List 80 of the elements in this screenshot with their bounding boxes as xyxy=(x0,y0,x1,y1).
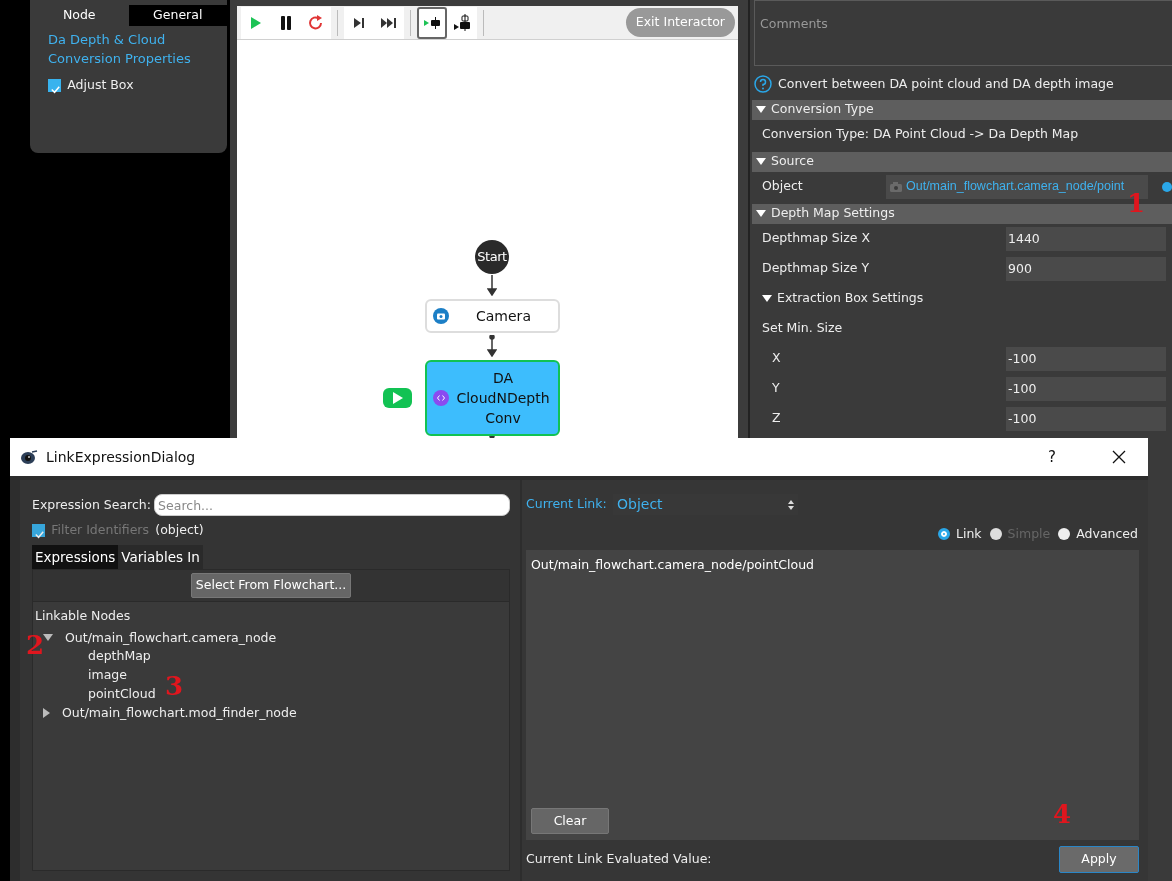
flowchart-node[interactable]: DA CloudNDepth Conv xyxy=(425,360,560,436)
tab[interactable]: General xyxy=(128,5,227,26)
help-icon xyxy=(754,75,772,94)
input-field[interactable]: -100 xyxy=(1006,406,1166,431)
current-link-label: Current Link: xyxy=(526,495,607,514)
field-value: Out/main_flowchart.camera_node/point xyxy=(906,178,1125,196)
help-button[interactable]: ? xyxy=(1042,444,1062,470)
select-from-flowchart-button[interactable]: Select From Flowchart... xyxy=(190,573,352,598)
apply-button[interactable]: Apply xyxy=(1059,846,1139,873)
section-header[interactable]: Source xyxy=(752,151,1172,172)
connector-arrow xyxy=(487,275,497,296)
refresh-icon xyxy=(307,13,325,32)
annotation-number: 2 xyxy=(26,632,45,658)
tree-item[interactable]: pointCloud xyxy=(35,684,156,704)
row-text: Set Min. Size xyxy=(762,319,843,338)
input-field[interactable]: -100 xyxy=(1006,346,1166,371)
close-icon xyxy=(1112,450,1126,464)
step-button[interactable] xyxy=(344,6,374,39)
play-node-button[interactable] xyxy=(417,6,447,39)
radio-button[interactable] xyxy=(937,528,950,541)
tab[interactable]: Variables In xyxy=(118,544,203,569)
search-field[interactable]: Search... xyxy=(154,494,510,516)
node-label: Start xyxy=(477,248,507,267)
tree-item[interactable]: Out/main_flowchart.camera_node xyxy=(65,628,277,648)
annotation-number: 4 xyxy=(1053,801,1072,827)
start-node[interactable]: Start xyxy=(475,240,509,274)
field-label: Object xyxy=(762,177,803,196)
radio-label: Link xyxy=(955,525,982,543)
checkbox[interactable] xyxy=(48,78,61,92)
flowchart-node[interactable]: Camera xyxy=(425,299,560,333)
section-title: Conversion Type xyxy=(771,100,874,119)
panel-title: Da Depth & Cloud Conversion Properties xyxy=(47,30,192,68)
tree-item[interactable]: Out/main_flowchart.mod_finder_node xyxy=(62,703,297,723)
field-label: Depthmap Size X xyxy=(762,229,870,248)
play-icon xyxy=(391,392,404,404)
help-text: Convert between DA point cloud and DA depth image xyxy=(778,75,1114,93)
input-field[interactable]: 900 xyxy=(1006,256,1166,281)
input-field[interactable]: -100 xyxy=(1006,376,1166,401)
section-title: Depth Map Settings xyxy=(771,204,895,223)
node-marker-button[interactable] xyxy=(447,6,477,39)
clear-button[interactable]: Clear xyxy=(531,807,609,835)
subsection-title: Extraction Box Settings xyxy=(777,289,924,308)
radio-button[interactable] xyxy=(1058,528,1071,541)
field-label: X xyxy=(771,349,781,368)
field-label: Depthmap Size Y xyxy=(762,259,870,278)
window-title: LinkExpressionDialog xyxy=(46,447,196,467)
evaluated-value-label: Current Link Evaluated Value: xyxy=(526,850,712,869)
section-title: Source xyxy=(771,152,814,171)
tab[interactable]: Node xyxy=(30,5,129,26)
eye-icon xyxy=(20,449,38,465)
node-label: Camera xyxy=(475,307,532,326)
row-text: Conversion Type: DA Point Cloud -> Da Depth Map xyxy=(762,125,1079,144)
fast-forward-button[interactable] xyxy=(374,6,404,39)
expanded-arrow-icon[interactable] xyxy=(43,634,53,642)
filter-type: (object) xyxy=(155,521,204,539)
comments-field[interactable]: Comments xyxy=(754,0,1172,66)
section-header[interactable]: Conversion Type xyxy=(752,99,1172,120)
refresh-button[interactable] xyxy=(301,6,331,39)
annotation-number: 3 xyxy=(165,673,184,699)
camera-icon xyxy=(890,181,902,192)
field-label: Y xyxy=(771,379,780,398)
placeholder-text: Comments xyxy=(760,16,828,31)
input-field[interactable]: 1440 xyxy=(1006,226,1166,251)
checkbox-label: Adjust Box xyxy=(67,75,134,94)
node-label: DA CloudNDepth Conv xyxy=(455,369,551,428)
status-dot-icon xyxy=(1162,181,1172,192)
spinner-arrows-icon xyxy=(788,499,794,510)
checkbox-label: Filter Identifiers xyxy=(51,521,149,539)
radio-label: Advanced xyxy=(1076,525,1138,543)
field-label: Z xyxy=(771,409,781,428)
code-icon xyxy=(433,390,449,406)
search-label: Expression Search: xyxy=(32,495,151,514)
expression-text: Out/main_flowchart.camera_node/pointCloud xyxy=(531,555,815,574)
camera-icon xyxy=(433,308,449,324)
tab[interactable]: Expressions xyxy=(32,544,119,569)
collapsed-arrow-icon[interactable] xyxy=(43,707,50,718)
tree-title: Linkable Nodes xyxy=(35,606,132,625)
node-marker-icon xyxy=(453,13,471,32)
connector-arrow xyxy=(487,335,497,357)
tree-item[interactable]: image xyxy=(35,666,127,685)
